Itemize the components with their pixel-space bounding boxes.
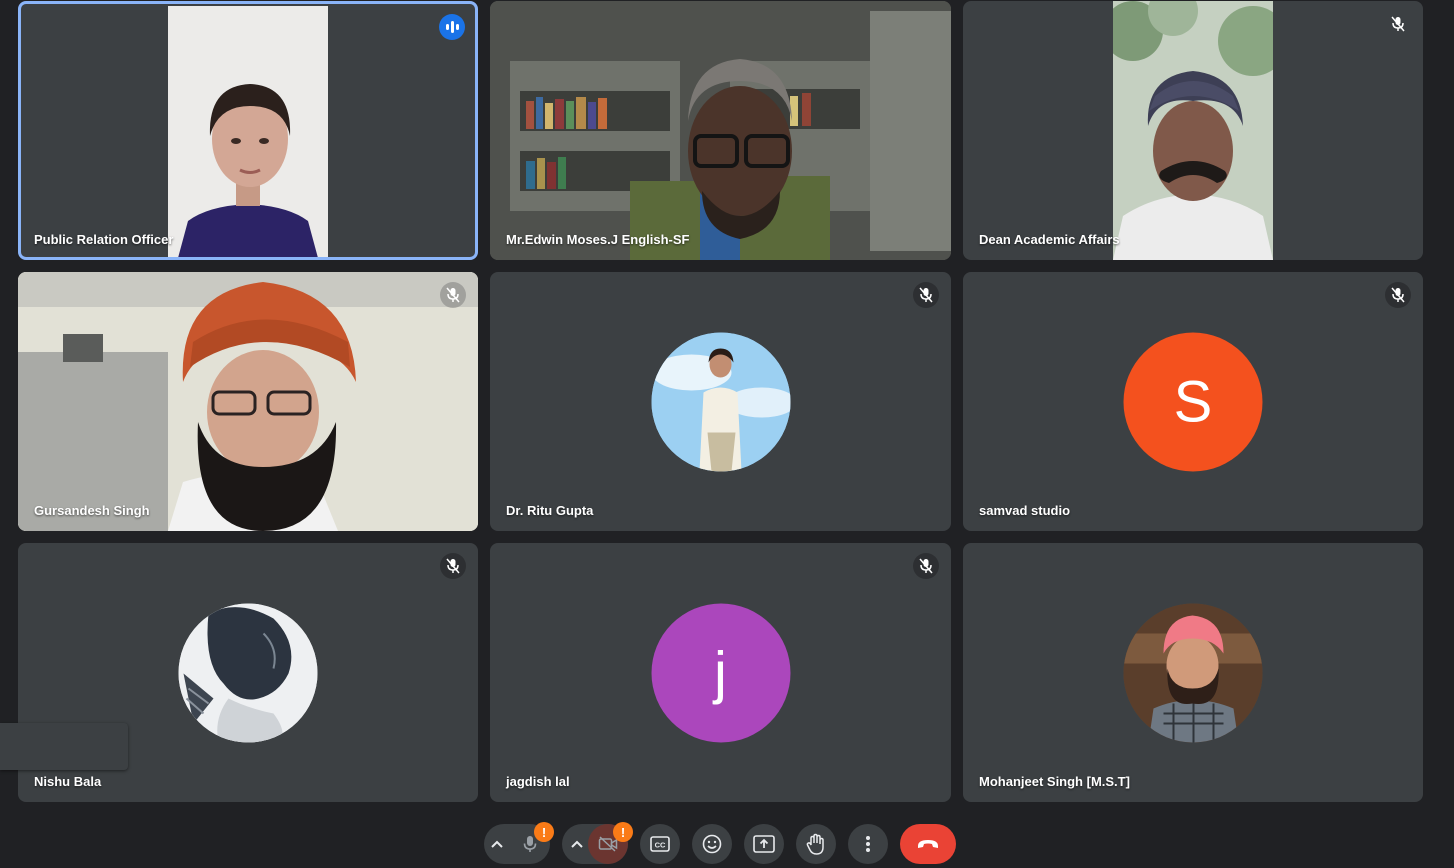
- captions-icon: CC: [650, 836, 670, 852]
- captions-label: CC: [655, 841, 666, 850]
- participant-name: Nishu Bala: [34, 774, 102, 789]
- mic-off-icon: [1385, 11, 1411, 37]
- mic-off-icon: [913, 282, 939, 308]
- more-icon: [866, 836, 870, 852]
- speaking-indicator-icon: [439, 14, 465, 40]
- participant-video: [168, 6, 328, 257]
- participant-name: Mr.Edwin Moses.J English-SF: [506, 232, 690, 247]
- raise-hand-icon: [806, 833, 824, 855]
- avatar-initial: j: [714, 640, 727, 705]
- participant-name: Dr. Ritu Gupta: [506, 503, 594, 518]
- participant-initial-avatar: S: [1123, 332, 1263, 471]
- participant-tile-mohanjeet-singh[interactable]: Mohanjeet Singh [M.S.T]: [963, 543, 1423, 802]
- participant-name: Dean Academic Affairs: [979, 232, 1120, 247]
- participant-initial-avatar: j: [651, 603, 790, 742]
- camera-warning-badge: !: [613, 822, 633, 842]
- avatar-initial: S: [1173, 369, 1213, 434]
- participant-name: samvad studio: [979, 503, 1071, 518]
- participant-video: [18, 272, 478, 531]
- mic-off-icon: [440, 553, 466, 579]
- chevron-up-icon[interactable]: [486, 824, 508, 864]
- raise-hand-button[interactable]: [796, 824, 836, 864]
- reactions-button[interactable]: [692, 824, 732, 864]
- end-call-icon: [918, 840, 938, 848]
- participant-tile-samvad-studio[interactable]: S samvad studio: [963, 272, 1423, 531]
- participant-name: Mohanjeet Singh [M.S.T]: [979, 774, 1130, 789]
- participant-tile-ritu-gupta[interactable]: Dr. Ritu Gupta: [490, 272, 951, 531]
- participant-name: Gursandesh Singh: [34, 503, 150, 518]
- present-icon: [753, 835, 775, 853]
- participant-video: [1113, 1, 1273, 260]
- participant-tile-public-relation-officer[interactable]: Public Relation Officer: [18, 1, 478, 260]
- participant-avatar: [651, 332, 790, 471]
- participant-tile-gursandesh-singh[interactable]: Gursandesh Singh: [18, 272, 478, 531]
- emoji-icon: [702, 834, 722, 854]
- captions-button[interactable]: CC: [640, 824, 680, 864]
- more-options-button[interactable]: [848, 824, 888, 864]
- hover-overlay: [0, 723, 128, 770]
- participant-avatar: [1123, 603, 1263, 742]
- chevron-up-icon[interactable]: [566, 824, 588, 864]
- end-call-button[interactable]: [900, 824, 956, 864]
- mic-off-icon: [440, 282, 466, 308]
- participant-name: jagdish lal: [506, 774, 570, 789]
- participant-name: Public Relation Officer: [34, 232, 174, 247]
- mic-off-icon: [1385, 282, 1411, 308]
- mic-off-icon: [913, 553, 939, 579]
- participant-tile-dean-academic-affairs[interactable]: Dean Academic Affairs: [963, 1, 1423, 260]
- participant-avatar: [178, 603, 318, 742]
- participant-tile-edwin-moses[interactable]: Mr.Edwin Moses.J English-SF: [490, 1, 951, 260]
- meeting-toolbar: ! ! CC: [0, 822, 1454, 864]
- participant-video: [490, 1, 951, 260]
- mic-warning-badge: !: [534, 822, 554, 842]
- participant-tile-jagdish-lal[interactable]: j jagdish lal: [490, 543, 951, 802]
- present-screen-button[interactable]: [744, 824, 784, 864]
